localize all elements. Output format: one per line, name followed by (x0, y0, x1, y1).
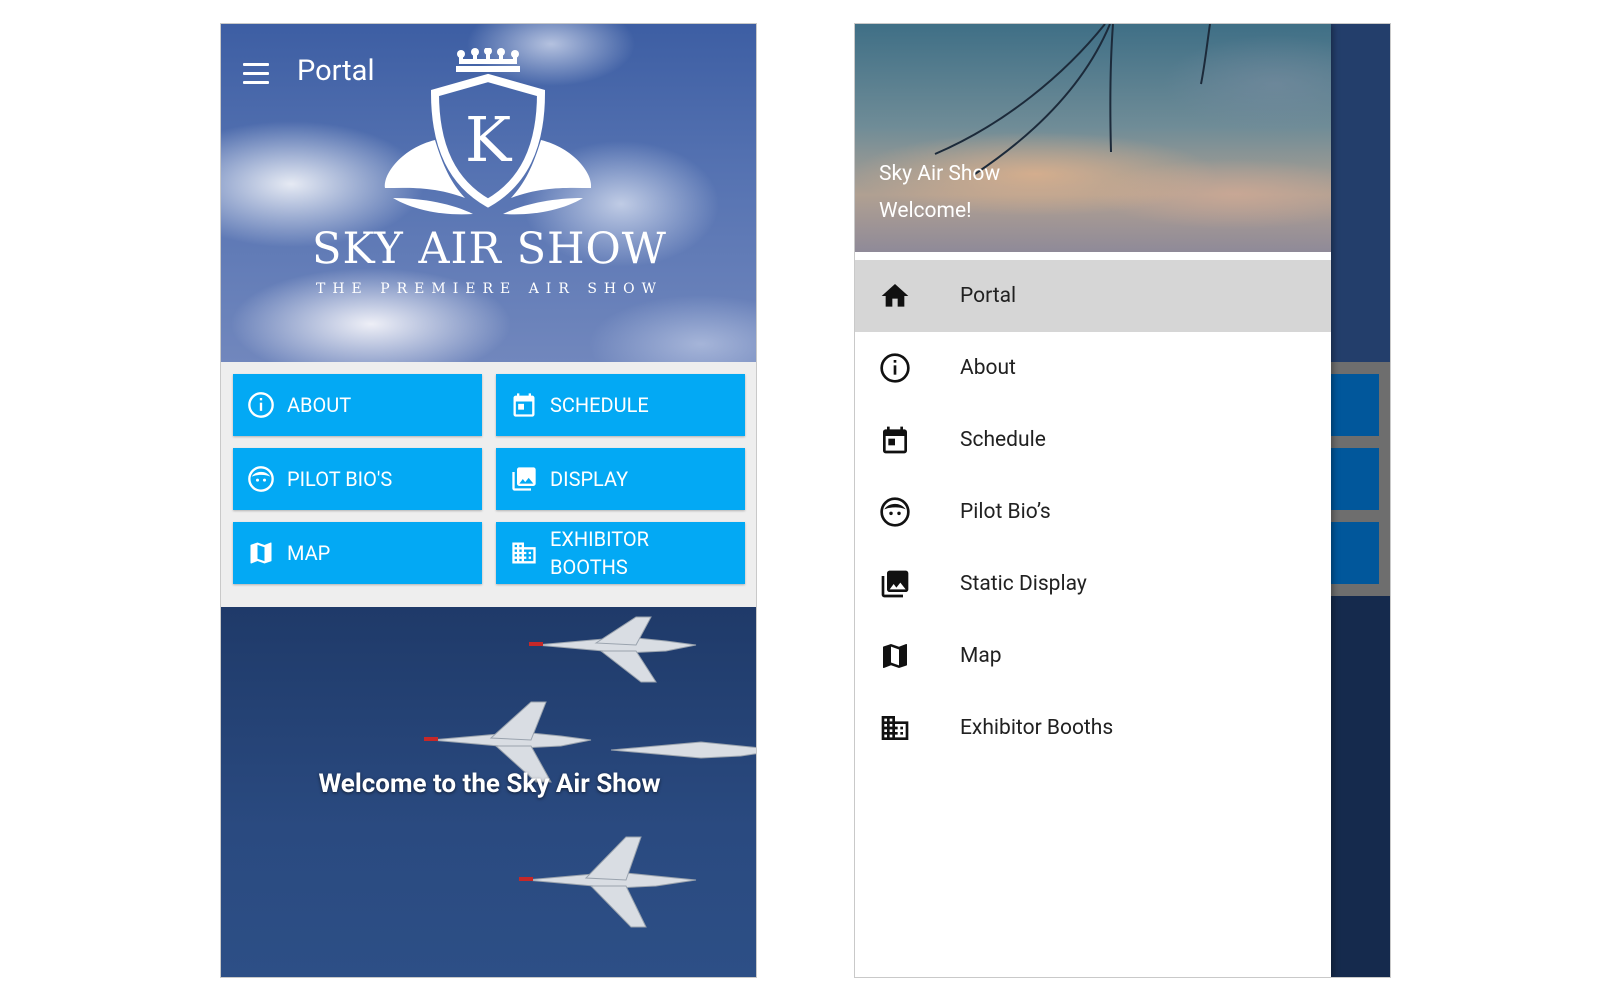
face-icon (879, 496, 911, 528)
building-icon (510, 539, 538, 567)
nav-item-pilot-bios[interactable]: Pilot Bio’s (855, 476, 1331, 548)
drawer-title: Sky Air Show (879, 162, 1001, 186)
brand-name: SKY AIR SHOW (312, 224, 667, 274)
sky-air-show-logo: K (373, 47, 603, 223)
nav-item-label: Pilot Bio’s (960, 500, 1051, 524)
hamburger-menu-icon[interactable] (241, 62, 271, 86)
tile-label: DISPLAY (550, 467, 629, 491)
nav-item-label: Exhibitor Booths (960, 716, 1114, 740)
toolbar-title: Portal (297, 54, 375, 88)
about-tile[interactable]: ABOUT (233, 374, 482, 436)
nav-item-about[interactable]: About (855, 332, 1331, 404)
nav-item-map[interactable]: Map (855, 620, 1331, 692)
tile-label: PILOT BIO'S (287, 467, 393, 491)
pilot-bios-tile[interactable]: PILOT BIO'S (233, 448, 482, 510)
info-icon (879, 352, 911, 384)
photo-library-icon (879, 568, 911, 600)
home-icon (879, 280, 911, 312)
map-icon (247, 539, 275, 567)
welcome-message: Welcome to the Sky Air Show (318, 769, 661, 799)
nav-item-label: Portal (960, 284, 1017, 308)
dimmed-tile (1331, 522, 1379, 584)
logo-letter: K (465, 103, 513, 176)
nav-item-portal[interactable]: Portal (855, 260, 1331, 332)
nav-item-label: About (960, 356, 1016, 380)
drawer-subtitle: Welcome! (879, 199, 972, 223)
portal-screen: K Portal SKY AIR SHOW THE PREMIERE AIR S… (220, 23, 757, 978)
tile-label: ABOUT (287, 393, 352, 417)
map-icon (879, 640, 911, 672)
exhibitor-booths-tile[interactable]: EXHIBITOR BOOTHS (496, 522, 745, 584)
promo-banner: Welcome to the Sky Air Show (221, 607, 756, 977)
tile-label: EXHIBITOR BOOTHS (550, 527, 649, 579)
schedule-tile[interactable]: SCHEDULE (496, 374, 745, 436)
info-icon (247, 391, 275, 419)
display-tile[interactable]: DISPLAY (496, 448, 745, 510)
nav-item-label: Schedule (960, 428, 1046, 452)
calendar-icon (510, 391, 538, 419)
tile-label: MAP (287, 541, 331, 565)
nav-item-schedule[interactable]: Schedule (855, 404, 1331, 476)
face-icon (247, 465, 275, 493)
map-tile[interactable]: MAP (233, 522, 482, 584)
dimmed-tile (1331, 448, 1379, 510)
tile-label: SCHEDULE (550, 393, 649, 417)
navigation-drawer-screen: Sky Air Show Welcome! Portal About Sched… (854, 23, 1391, 978)
nav-item-exhibitor-booths[interactable]: Exhibitor Booths (855, 692, 1331, 764)
drawer-header: Sky Air Show Welcome! (855, 24, 1331, 252)
calendar-icon (879, 424, 911, 456)
building-icon (879, 712, 911, 744)
brand-tagline: THE PREMIERE AIR SHOW (316, 281, 663, 297)
photo-library-icon (510, 465, 538, 493)
nav-item-label: Static Display (960, 572, 1087, 596)
dimmed-tile (1331, 374, 1379, 436)
navigation-drawer: Sky Air Show Welcome! Portal About Sched… (855, 24, 1331, 977)
hero-banner: K Portal SKY AIR SHOW THE PREMIERE AIR S… (221, 24, 756, 362)
feature-tiles-grid: ABOUT SCHEDULE PILOT BIO'S DISPLAY MAP E… (233, 374, 745, 596)
nav-item-label: Map (960, 644, 1002, 668)
nav-item-static-display[interactable]: Static Display (855, 548, 1331, 620)
